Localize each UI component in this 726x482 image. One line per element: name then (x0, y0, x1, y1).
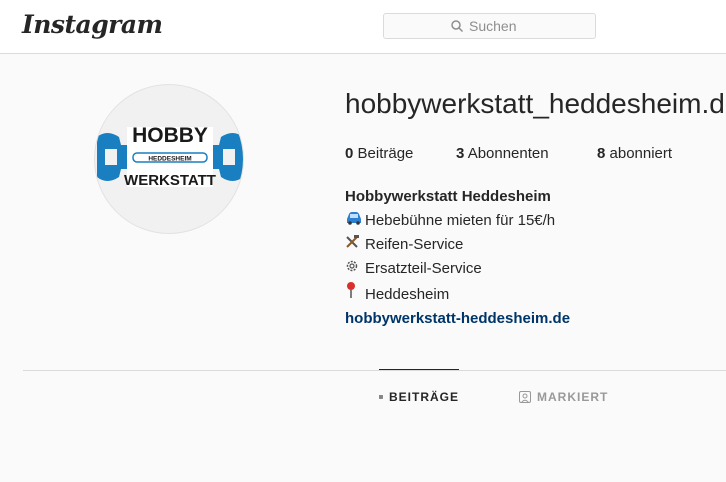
profile-full-name: Hobbywerkstatt Heddesheim (345, 188, 551, 205)
tab-posts-label: BEITRÄGE (388, 390, 459, 404)
logo-text-werkstatt: WERKSTATT (124, 172, 216, 189)
tagged-icon (519, 391, 531, 403)
search-box[interactable] (383, 13, 596, 39)
logo-text-heddesheim: HEDDESHEIM (148, 156, 191, 163)
bio-line-text: Hebebühne mieten für 15€/h (365, 212, 556, 229)
top-navigation-bar: Instagram (0, 0, 726, 54)
tools-icon (345, 233, 365, 257)
tab-tagged[interactable]: MARKIERT (519, 370, 608, 424)
stat-followers-label: Abonnenten (467, 145, 549, 162)
bio-line-text: Reifen-Service (365, 236, 464, 253)
tab-tagged-label: MARKIERT (537, 390, 609, 404)
hobbywerkstatt-logo: HOBBY HEDDESHEIM WERKSTATT (97, 124, 243, 189)
profile-avatar[interactable]: HOBBY HEDDESHEIM WERKSTATT (94, 84, 244, 234)
tab-posts[interactable]: BEITRÄGE (379, 369, 459, 424)
logo-text-hobby: HOBBY (132, 124, 208, 147)
stat-following[interactable]: 8 abonniert (597, 145, 672, 162)
gear-icon (345, 257, 365, 281)
profile-username: hobbywerkstatt_heddesheim.de (345, 88, 726, 119)
stat-following-label: abonniert (609, 145, 673, 162)
tabs-divider (23, 370, 726, 371)
search-icon (451, 20, 464, 33)
pin-icon (345, 281, 365, 307)
bio-line: Hebebühne mieten für 15€/h (345, 209, 570, 233)
stat-posts-count: 0 (345, 145, 354, 162)
stat-posts: 0 Beiträge (345, 145, 413, 162)
grid-icon (379, 395, 383, 399)
profile-website-link[interactable]: hobbywerkstatt-heddesheim.de (345, 310, 570, 327)
stat-posts-label: Beiträge (357, 145, 414, 162)
profile-bio: Hobbywerkstatt Heddesheim Hebebühne miet… (345, 185, 570, 331)
car-icon (345, 209, 365, 233)
instagram-logo[interactable]: Instagram (22, 10, 163, 39)
bio-line: Ersatzteil-Service (345, 257, 570, 281)
stat-following-count: 8 (597, 145, 606, 162)
bio-line-text: Ersatzteil-Service (365, 260, 482, 277)
bio-line-text: Heddesheim (365, 286, 450, 303)
search-input[interactable] (469, 18, 529, 34)
stat-followers-count: 3 (456, 145, 465, 162)
bio-line: Reifen-Service (345, 233, 570, 257)
bio-line: Heddesheim (345, 281, 570, 307)
stat-followers[interactable]: 3 Abonnenten (456, 145, 549, 162)
